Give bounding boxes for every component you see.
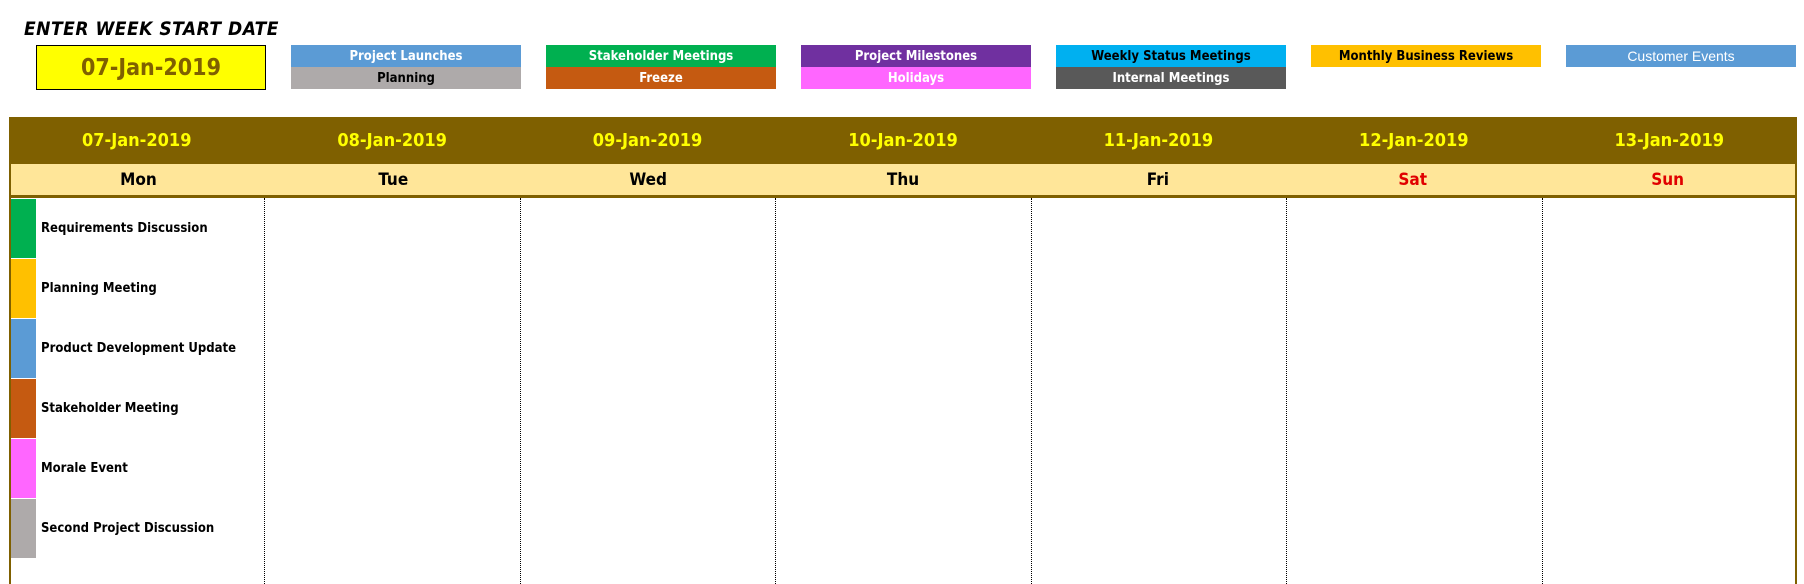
event-item[interactable]: Requirements Discussion xyxy=(11,198,261,258)
day-header-cell: Mon xyxy=(120,169,157,190)
day-header-cell: Sun xyxy=(1651,169,1684,190)
day-header-cell: Wed xyxy=(629,169,667,190)
column-divider xyxy=(264,198,265,584)
column-divider xyxy=(1286,198,1287,584)
date-header-cell: 13-Jan-2019 xyxy=(1614,130,1724,151)
date-header-cell: 10-Jan-2019 xyxy=(848,130,958,151)
event-label: Second Project Discussion xyxy=(41,520,215,536)
legend-item: Project Milestones xyxy=(801,45,1031,67)
event-color-swatch xyxy=(11,438,36,498)
date-header-cell: 11-Jan-2019 xyxy=(1103,130,1214,151)
legend-item: Freeze xyxy=(546,67,776,89)
calendar-grid xyxy=(9,198,1797,584)
legend-item: Weekly Status Meetings xyxy=(1056,45,1286,67)
day-header-row: Mon Tue Wed Thu Fri Sat Sun xyxy=(9,164,1797,198)
event-item[interactable]: Planning Meeting xyxy=(11,258,261,318)
event-color-swatch xyxy=(11,498,36,558)
day-header-cell: Thu xyxy=(886,169,920,190)
event-color-swatch xyxy=(11,378,36,438)
legend-item: Project Launches xyxy=(291,45,521,67)
event-label: Planning Meeting xyxy=(41,280,157,296)
legend-item: Customer Events xyxy=(1566,45,1796,67)
column-divider xyxy=(520,198,521,584)
event-color-swatch xyxy=(11,198,36,258)
legend-item: Stakeholder Meetings xyxy=(546,45,776,67)
event-item[interactable]: Second Project Discussion xyxy=(11,498,261,558)
event-item[interactable]: Morale Event xyxy=(11,438,261,498)
legend-item: Monthly Business Reviews xyxy=(1311,45,1541,67)
event-label: Morale Event xyxy=(41,460,128,476)
day-header-cell: Fri xyxy=(1146,169,1169,190)
column-divider xyxy=(775,198,776,584)
date-header-cell: 07-Jan-2019 xyxy=(81,130,192,151)
event-item[interactable]: Product Development Update xyxy=(11,318,261,378)
event-item[interactable]: Stakeholder Meeting xyxy=(11,378,261,438)
week-start-date-input[interactable]: 07-Jan-2019 xyxy=(36,45,266,90)
legend-item: Holidays xyxy=(801,67,1031,89)
column-divider xyxy=(1542,198,1543,584)
date-header-cell: 12-Jan-2019 xyxy=(1359,130,1469,151)
week-start-title: ENTER WEEK START DATE xyxy=(24,18,279,40)
day-header-cell: Tue xyxy=(378,169,409,190)
date-header-cell: 09-Jan-2019 xyxy=(592,130,703,151)
day-header-cell: Sat xyxy=(1398,169,1428,190)
legend-item: Planning xyxy=(291,67,521,89)
event-color-swatch xyxy=(11,258,36,318)
event-color-swatch xyxy=(11,318,36,378)
date-header-cell: 08-Jan-2019 xyxy=(337,130,447,151)
event-label: Product Development Update xyxy=(41,340,237,356)
legend-item: Internal Meetings xyxy=(1056,67,1286,89)
date-header-row: 07-Jan-2019 08-Jan-2019 09-Jan-2019 10-Jan-… xyxy=(9,117,1797,164)
event-label: Stakeholder Meeting xyxy=(41,400,179,416)
event-label: Requirements Discussion xyxy=(41,220,208,236)
column-divider xyxy=(1031,198,1032,584)
